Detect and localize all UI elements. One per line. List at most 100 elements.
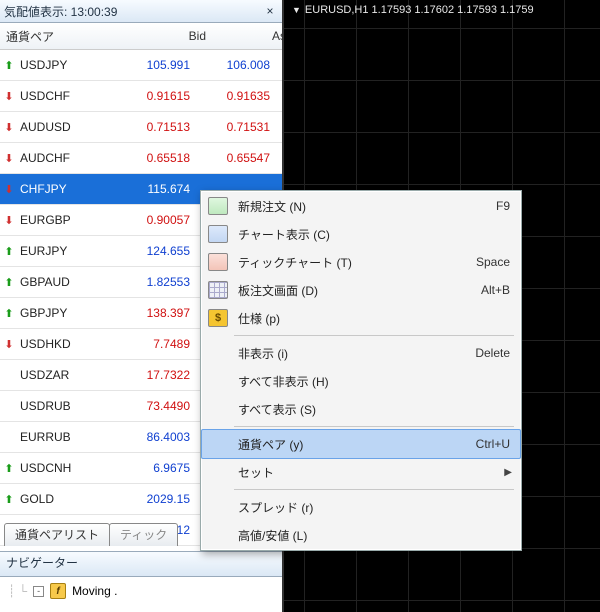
ctx-item-label: セット	[238, 464, 510, 481]
arrow-down-icon: ⬇	[0, 183, 18, 196]
navigator-title: ナビゲーター	[0, 552, 282, 577]
chart-caret-icon: ▼	[292, 5, 301, 15]
symbol-cell: USDJPY	[18, 58, 108, 72]
ctx-item-label: 新規注文 (N)	[238, 198, 488, 215]
ctx-item-shortcut: Space	[468, 255, 510, 269]
arrow-down-icon: ⬇	[0, 214, 18, 227]
ctx-depth-of-market[interactable]: 板注文画面 (D)Alt+B	[202, 276, 520, 304]
tree-line: ┊ └	[8, 584, 27, 598]
market-watch-titlebar: 気配値表示: 13:00:39 ×	[0, 0, 282, 23]
ctx-symbols[interactable]: 通貨ペア (y)Ctrl+U	[201, 429, 521, 459]
header-bid[interactable]: Bid	[118, 29, 212, 43]
ctx-item-shortcut: Delete	[467, 346, 510, 360]
ctx-specification[interactable]: $ 仕様 (p)	[202, 304, 520, 332]
ask-cell: 0.71531	[196, 120, 276, 134]
ctx-item-label: すべて非表示 (H)	[238, 373, 510, 390]
symbol-cell: USDZAR	[18, 368, 108, 382]
market-watch-tabbar: 通貨ペアリスト ティック	[4, 523, 178, 546]
symbol-cell: USDCHF	[18, 89, 108, 103]
ctx-new-order[interactable]: 新規注文 (N)F9	[202, 192, 520, 220]
symbol-cell: AUDCHF	[18, 151, 108, 165]
table-row[interactable]: ⬆USDJPY105.991106.008	[0, 50, 282, 81]
tab-symbol-list[interactable]: 通貨ペアリスト	[4, 523, 110, 546]
ctx-item-icon: $	[206, 308, 230, 328]
ctx-item-label: 非表示 (i)	[238, 345, 467, 362]
arrow-up-icon: ⬆	[0, 307, 18, 320]
chart-symbol-label: EURUSD,H1 1.17593 1.17602 1.17593 1.1759	[305, 4, 534, 16]
ctx-item-icon	[206, 462, 230, 482]
bid-cell: 0.71513	[108, 120, 196, 134]
ctx-item-label: すべて表示 (S)	[238, 401, 510, 418]
tree-collapse-icon[interactable]: -	[33, 586, 44, 597]
chevron-right-icon: ▶	[504, 467, 512, 478]
bid-cell: 0.90057	[108, 213, 196, 227]
indicator-icon: f	[50, 583, 66, 599]
ask-cell: 0.91635	[196, 89, 276, 103]
ctx-item-shortcut: Alt+B	[473, 283, 510, 297]
ctx-item-label: 高値/安値 (L)	[238, 527, 510, 544]
ctx-item-label: 仕様 (p)	[238, 310, 510, 327]
symbol-cell: AUDUSD	[18, 120, 108, 134]
symbol-cell: USDCNH	[18, 461, 108, 475]
ctx-separator	[234, 335, 514, 336]
ctx-item-icon	[206, 252, 230, 272]
table-row[interactable]: ⬇USDCHF0.916150.91635	[0, 81, 282, 112]
ctx-item-icon	[206, 280, 230, 300]
arrow-down-icon: ⬇	[0, 152, 18, 165]
ctx-item-label: ティックチャート (T)	[238, 254, 468, 271]
ctx-separator	[234, 426, 514, 427]
arrow-up-icon: ⬆	[0, 245, 18, 258]
arrow-up-icon: ⬆	[0, 462, 18, 475]
ctx-item-icon	[206, 399, 230, 419]
arrow-down-icon: ⬇	[0, 338, 18, 351]
ctx-item-icon	[206, 497, 230, 517]
market-watch-headers[interactable]: 通貨ペア Bid Ask	[0, 23, 282, 50]
bid-cell: 86.4003	[108, 430, 196, 444]
ctx-item-icon	[206, 371, 230, 391]
ctx-spread[interactable]: スプレッド (r)	[202, 493, 520, 521]
bid-cell: 6.9675	[108, 461, 196, 475]
bid-cell: 73.4490	[108, 399, 196, 413]
ctx-item-label: 通貨ペア (y)	[238, 436, 468, 453]
tab-tick[interactable]: ティック	[109, 523, 178, 546]
arrow-up-icon: ⬆	[0, 493, 18, 506]
ctx-item-shortcut: Ctrl+U	[468, 437, 510, 451]
bid-cell: 105.991	[108, 58, 196, 72]
ctx-high-low[interactable]: 高値/安値 (L)	[202, 521, 520, 549]
ctx-item-label: チャート表示 (C)	[238, 226, 510, 243]
bid-cell: 17.7322	[108, 368, 196, 382]
symbol-cell: GBPAUD	[18, 275, 108, 289]
bid-cell: 2029.15	[108, 492, 196, 506]
ctx-item-icon	[206, 434, 230, 454]
bid-cell: 0.65518	[108, 151, 196, 165]
symbol-cell: EURJPY	[18, 244, 108, 258]
ask-cell: 0.65547	[196, 151, 276, 165]
ctx-show-all[interactable]: すべて表示 (S)	[202, 395, 520, 423]
table-row[interactable]: ⬇AUDUSD0.715130.71531	[0, 112, 282, 143]
market-watch-title: 気配値表示: 13:00:39	[4, 3, 117, 20]
close-icon[interactable]: ×	[262, 3, 278, 19]
ctx-item-icon	[206, 196, 230, 216]
bid-cell: 138.397	[108, 306, 196, 320]
ctx-item-icon	[206, 343, 230, 363]
ctx-hide-all[interactable]: すべて非表示 (H)	[202, 367, 520, 395]
navigator-item[interactable]: Moving .	[72, 584, 117, 598]
arrow-down-icon: ⬇	[0, 121, 18, 134]
ctx-tick-chart[interactable]: ティックチャート (T)Space	[202, 248, 520, 276]
header-symbol[interactable]: 通貨ペア	[0, 28, 118, 45]
arrow-up-icon: ⬆	[0, 276, 18, 289]
ctx-chart-window[interactable]: チャート表示 (C)	[202, 220, 520, 248]
bid-cell: 115.674	[108, 182, 196, 196]
ctx-hide[interactable]: 非表示 (i)Delete	[202, 339, 520, 367]
symbol-cell: USDHKD	[18, 337, 108, 351]
arrow-down-icon: ⬇	[0, 90, 18, 103]
ask-cell: 106.008	[196, 58, 276, 72]
ctx-sets[interactable]: セット▶	[202, 458, 520, 486]
table-row[interactable]: ⬇AUDCHF0.655180.65547	[0, 143, 282, 174]
navigator-body: ┊ └ - f Moving .	[0, 577, 282, 605]
bid-cell: 124.655	[108, 244, 196, 258]
ctx-item-label: 板注文画面 (D)	[238, 282, 473, 299]
context-menu-inner: 新規注文 (N)F9チャート表示 (C)ティックチャート (T)Space板注文…	[201, 191, 521, 550]
chart-title: ▼ EURUSD,H1 1.17593 1.17602 1.17593 1.17…	[292, 4, 534, 16]
ctx-item-icon	[206, 224, 230, 244]
